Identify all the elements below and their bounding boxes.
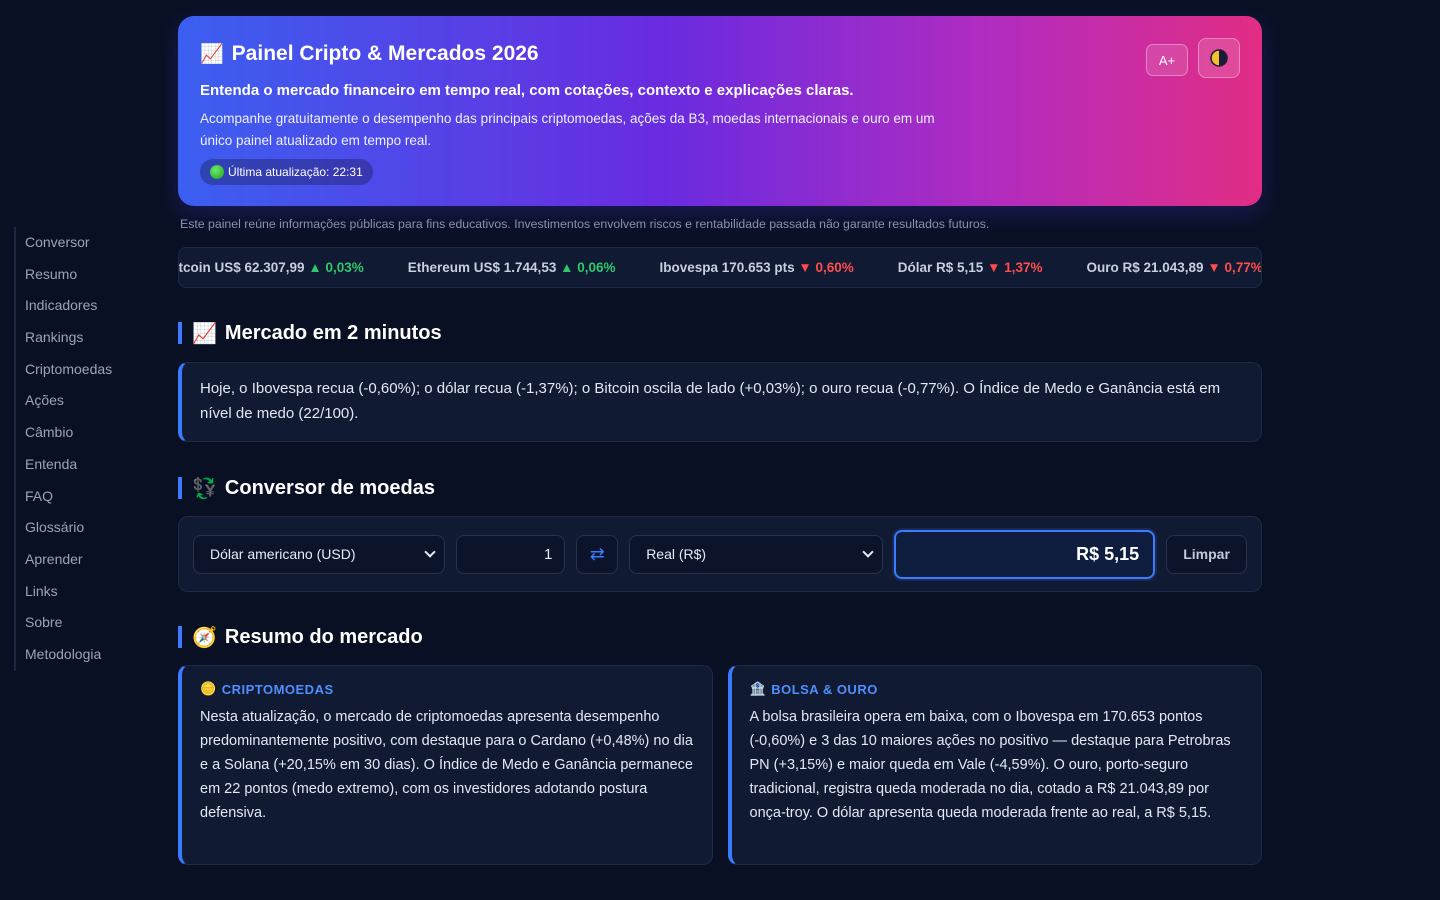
chart-up-icon: 📈 <box>192 322 217 345</box>
coin-icon: 🪙 <box>200 681 217 696</box>
disclaimer-text: Este painel reúne informações públicas p… <box>180 217 990 231</box>
page-title: 📈 Painel Cripto & Mercados 2026 <box>200 42 1240 66</box>
market-2min-card: Hoje, o Ibovespa recua (-0,60%); o dólar… <box>178 362 1262 442</box>
ticker-item-name: Dólar R$ 5,15 <box>897 260 984 275</box>
stocks-gold-summary-card: 🏦 BOLSA & OURO A bolsa brasileira opera … <box>727 665 1262 865</box>
converter-section: 💱 Conversor de moedas Dólar americano (U… <box>178 477 1262 592</box>
status-dot-icon <box>210 165 224 179</box>
page-title-text: Painel Cripto & Mercados 2026 <box>231 42 539 65</box>
market-2min-text: Hoje, o Ibovespa recua (-0,60%); o dólar… <box>200 380 1221 422</box>
sidebar-item-metodologia[interactable]: Metodologia <box>25 639 154 671</box>
last-update-badge: Última atualização: 22:31 <box>200 159 373 185</box>
ticker-item: Dólar R$ 5,15 ▼ 1,37% <box>898 260 1043 275</box>
main-content: 📈 Painel Cripto & Mercados 2026 Entenda … <box>178 16 1262 865</box>
sidebar-item-resumo[interactable]: Resumo <box>25 259 154 291</box>
swap-currencies-button[interactable]: ⇄ <box>576 534 619 574</box>
sidebar-item-sobre[interactable]: Sobre <box>25 607 154 639</box>
chevron-down-icon <box>423 546 436 558</box>
contrast-icon <box>1210 49 1228 67</box>
card-text: Nesta atualização, o mercado de criptomo… <box>200 709 693 821</box>
to-currency-value: Real (R$) <box>646 546 707 562</box>
sidebar-item-cambio[interactable]: Câmbio <box>25 417 154 449</box>
sidebar-item-conversor[interactable]: Conversor <box>25 227 154 259</box>
ticker-item: Ibovespa 170.653 pts ▼ 0,60% <box>660 260 854 275</box>
sidebar-item-rankings[interactable]: Rankings <box>25 322 154 354</box>
ticker-item-name: Ouro R$ 21.043,89 <box>1086 260 1204 275</box>
card-heading-text: BOLSA & OURO <box>771 681 878 697</box>
market-2min-section: 📈 Mercado em 2 minutos Hoje, o Ibovespa … <box>178 322 1262 442</box>
card-heading: 🏦 BOLSA & OURO <box>750 681 1244 697</box>
sidebar-nav: Conversor Resumo Indicadores Rankings Cr… <box>14 227 154 671</box>
sidebar-item-indicadores[interactable]: Indicadores <box>25 290 154 322</box>
from-currency-value: Dólar americano (USD) <box>210 546 356 562</box>
currency-exchange-icon: 💱 <box>192 477 217 500</box>
chevron-down-icon <box>862 546 874 558</box>
font-size-button[interactable]: A+ <box>1146 44 1188 76</box>
compass-icon: 🧭 <box>192 626 217 649</box>
ticker-item-change: ▼ 0,77% <box>1207 260 1262 275</box>
ticker-item-name: Ibovespa 170.653 pts <box>659 260 795 275</box>
section-title-text: Mercado em 2 minutos <box>224 321 442 344</box>
converter-card: Dólar americano (USD) 1 ⇄ Real (R$) R$ 5… <box>178 516 1262 592</box>
section-title-text: Resumo do mercado <box>224 625 423 648</box>
sidebar-item-acoes[interactable]: Ações <box>25 385 154 417</box>
market-summary-grid: 🪙 CRIPTOMOEDAS Nesta atualização, o merc… <box>178 665 1262 865</box>
amount-input[interactable]: 1 <box>455 534 566 574</box>
ticker-item-name: Ethereum US$ 1.744,53 <box>407 260 557 275</box>
hero-description: Acompanhe gratuitamente o desempenho das… <box>200 111 935 148</box>
card-heading-text: CRIPTOMOEDAS <box>221 681 334 697</box>
ticker-item-change: ▼ 1,37% <box>987 260 1043 275</box>
ticker-item-change: ▼ 0,60% <box>798 260 854 275</box>
ticker-item: Bitcoin US$ 62.307,99 ▲ 0,03% <box>178 260 364 275</box>
ticker-bar: Bitcoin US$ 62.307,99 ▲ 0,03% Ethereum US… <box>178 247 1262 288</box>
ticker-item-change: ▲ 0,03% <box>308 260 364 275</box>
hero-actions: A+ <box>1146 38 1240 78</box>
theme-toggle-button[interactable] <box>1198 38 1240 78</box>
section-title-market-summary: 🧭 Resumo do mercado <box>178 625 1262 649</box>
from-currency-select[interactable]: Dólar americano (USD) <box>193 534 445 574</box>
ticker-item-name: Bitcoin US$ 62.307,99 <box>178 260 305 275</box>
clear-button[interactable]: Limpar <box>1166 534 1247 574</box>
last-update-text: Última atualização: 22:31 <box>228 165 363 179</box>
sidebar-item-aprender[interactable]: Aprender <box>25 544 154 576</box>
ticker-item-change: ▲ 0,06% <box>560 260 616 275</box>
sidebar-item-faq[interactable]: FAQ <box>25 481 154 513</box>
hero-subtitle: Entenda o mercado financeiro em tempo re… <box>200 82 854 99</box>
to-currency-select[interactable]: Real (R$) <box>629 534 883 574</box>
card-text: A bolsa brasileira opera em baixa, com o… <box>749 709 1231 821</box>
sidebar-item-links[interactable]: Links <box>25 576 154 608</box>
market-summary-section: 🧭 Resumo do mercado 🪙 CRIPTOMOEDAS Nesta… <box>178 626 1262 865</box>
card-heading: 🪙 CRIPTOMOEDAS <box>200 681 694 697</box>
bank-icon: 🏦 <box>749 681 767 696</box>
crypto-summary-card: 🪙 CRIPTOMOEDAS Nesta atualização, o merc… <box>178 665 713 865</box>
sidebar-item-entenda[interactable]: Entenda <box>25 449 154 481</box>
section-title-text: Conversor de moedas <box>224 476 435 499</box>
conversion-result-field[interactable]: R$ 5,15 <box>893 529 1156 579</box>
section-title-converter: 💱 Conversor de moedas <box>178 476 1262 500</box>
sidebar-item-glossario[interactable]: Glossário <box>25 512 154 544</box>
ticker-track: Bitcoin US$ 62.307,99 ▲ 0,03% Ethereum US… <box>178 248 1262 287</box>
section-title-market-2min: 📈 Mercado em 2 minutos <box>178 321 1262 345</box>
chart-up-icon: 📈 <box>200 44 224 65</box>
hero-banner: 📈 Painel Cripto & Mercados 2026 Entenda … <box>178 16 1262 206</box>
ticker-item: Ethereum US$ 1.744,53 ▲ 0,06% <box>408 260 616 275</box>
ticker-item: Ouro R$ 21.043,89 ▼ 0,77% <box>1086 260 1262 275</box>
sidebar-item-criptomoedas[interactable]: Criptomoedas <box>25 354 154 386</box>
